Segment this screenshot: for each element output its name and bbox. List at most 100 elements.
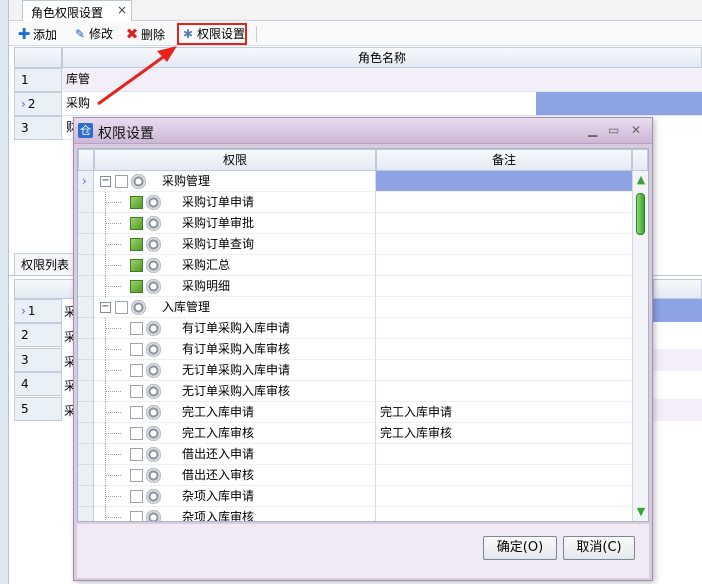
collapse-icon[interactable]: − [100,302,111,313]
checkbox[interactable] [130,469,143,482]
note-cell[interactable] [376,339,632,360]
selected-cell[interactable] [653,299,702,322]
checkbox[interactable] [115,301,128,314]
checkbox[interactable] [130,343,143,356]
delete-button[interactable]: ✖ 删除 [125,25,165,43]
role-name-cell[interactable]: 采购 [62,92,536,116]
note-cell[interactable] [376,297,632,318]
checkbox[interactable] [130,322,143,335]
note-cell[interactable] [376,318,632,339]
role-extra-cell-selected[interactable] [536,92,702,116]
checkbox[interactable] [130,406,143,419]
cancel-button[interactable]: 取消(C) [563,536,635,560]
note-cell[interactable] [376,234,632,255]
checked-leaf-icon[interactable] [130,217,143,230]
note-cell[interactable] [376,486,632,507]
note-cell[interactable] [376,507,632,521]
row-selector[interactable]: › [78,171,94,192]
note-cell[interactable]: 完工入库审核 [376,423,632,444]
note-cell[interactable] [376,192,632,213]
row-header[interactable]: 2 [14,323,62,347]
row-selector[interactable] [78,423,94,444]
note-cell[interactable] [376,381,632,402]
note-cell[interactable] [376,444,632,465]
row-header[interactable]: 3 [14,116,62,140]
tree-row[interactable]: 杂项入库审核 [78,507,632,521]
maximize-icon[interactable]: ▭ [608,123,619,137]
tree-row[interactable]: 杂项入库申请 [78,486,632,507]
vertical-scrollbar[interactable]: ▲ ▼ [632,171,648,521]
tree-row[interactable]: 借出还入审核 [78,465,632,486]
row-header[interactable]: › 1 [14,299,62,323]
dialog-titlebar[interactable]: 仓 权限设置 ▁ ▭ ✕ [74,118,652,144]
checked-leaf-icon[interactable] [130,280,143,293]
close-icon[interactable]: ✕ [631,123,641,137]
tab-role-permission[interactable]: 角色权限设置 × [22,0,132,21]
row-header[interactable]: 5 [14,397,62,421]
scroll-thumb[interactable] [636,193,645,235]
minimize-icon[interactable]: ▁ [588,123,597,137]
row-selector[interactable] [78,234,94,255]
row-header[interactable]: 4 [14,372,62,396]
role-name-cell[interactable]: 库管 [62,68,536,92]
column-header-role-name[interactable]: 角色名称 [62,47,702,68]
row-selector[interactable] [78,507,94,521]
ok-button[interactable]: 确定(O) [483,536,557,560]
note-cell[interactable]: 完工入库申请 [376,402,632,423]
tree-row[interactable]: 借出还入申请 [78,444,632,465]
row-selector[interactable] [78,360,94,381]
note-cell[interactable] [376,360,632,381]
tree-row[interactable]: 完工入库申请 完工入库申请 [78,402,632,423]
scroll-down-icon[interactable]: ▼ [635,505,647,519]
checked-leaf-icon[interactable] [130,196,143,209]
tab-permission-list[interactable]: 权限列表 [14,253,74,275]
tree-row[interactable]: 有订单采购入库申请 [78,318,632,339]
row-selector[interactable] [78,402,94,423]
tree-row[interactable]: 完工入库审核 完工入库审核 [78,423,632,444]
row-selector[interactable] [78,213,94,234]
edit-button[interactable]: ✎ 修改 [73,25,113,43]
tree-row[interactable]: 采购明细 [78,276,632,297]
row-selector[interactable] [78,486,94,507]
row-selector[interactable] [78,339,94,360]
note-cell[interactable] [376,276,632,297]
checkbox[interactable] [130,385,143,398]
tree-row[interactable]: 采购订单查询 [78,234,632,255]
column-header-note[interactable]: 备注 [376,149,632,171]
row-header[interactable]: 1 [14,68,62,92]
tree-row[interactable]: 无订单采购入库申请 [78,360,632,381]
row-selector[interactable] [78,465,94,486]
checkbox[interactable] [130,490,143,503]
tree-row[interactable]: › − 采购管理 [78,171,632,192]
row-header[interactable]: 3 [14,348,62,372]
checked-leaf-icon[interactable] [130,238,143,251]
row-header[interactable]: › 2 [14,92,62,116]
checkbox[interactable] [130,427,143,440]
close-icon[interactable]: × [117,3,127,17]
row-selector[interactable] [78,192,94,213]
column-header-permission[interactable]: 权限 [94,149,376,171]
add-button[interactable]: ✚ 添加 [17,25,57,43]
row-selector[interactable] [78,297,94,318]
row-selector[interactable] [78,444,94,465]
tree-row[interactable]: 采购订单申请 [78,192,632,213]
tree-row[interactable]: 有订单采购入库审核 [78,339,632,360]
collapse-icon[interactable]: − [100,176,111,187]
row-selector[interactable] [78,381,94,402]
scroll-up-icon[interactable]: ▲ [635,173,647,187]
row-selector[interactable] [78,255,94,276]
role-extra-cell[interactable] [536,68,702,92]
note-cell[interactable] [376,213,632,234]
checkbox[interactable] [130,511,143,521]
checkbox[interactable] [130,364,143,377]
checkbox[interactable] [115,175,128,188]
tree-row[interactable]: 采购汇总 [78,255,632,276]
note-cell[interactable] [376,465,632,486]
tree-row[interactable]: 采购订单审批 [78,213,632,234]
row-selector[interactable] [78,318,94,339]
note-cell[interactable] [376,255,632,276]
checked-leaf-icon[interactable] [130,259,143,272]
tree-row[interactable]: 无订单采购入库审核 [78,381,632,402]
tree-row[interactable]: − 入库管理 [78,297,632,318]
checkbox[interactable] [130,448,143,461]
